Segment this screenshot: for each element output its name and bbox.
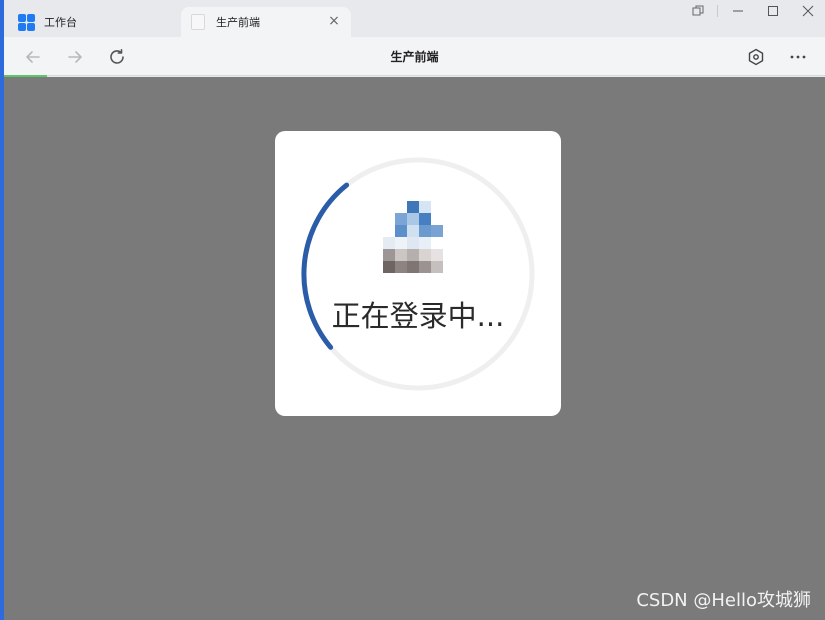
watermark: CSDN @Hello攻城狮 bbox=[636, 590, 811, 611]
page-content-overlay: 正在登录中... CSDN @Hello攻城狮 bbox=[4, 77, 825, 620]
app-logo-icon bbox=[383, 201, 455, 275]
login-loading-dialog: 正在登录中... bbox=[275, 131, 561, 416]
tab-workbench[interactable]: 工作台 bbox=[18, 7, 188, 37]
close-icon[interactable] bbox=[790, 0, 825, 22]
divider bbox=[717, 5, 718, 17]
loading-message: 正在登录中... bbox=[331, 299, 505, 333]
tab-bar: 工作台 生产前端 × bbox=[4, 0, 825, 37]
browser-toolbar: 生产前端 bbox=[4, 37, 825, 77]
window-controls bbox=[680, 0, 825, 22]
grid-app-icon bbox=[18, 13, 35, 31]
tab-production-frontend[interactable]: 生产前端 × bbox=[181, 7, 351, 37]
restore-alt-icon[interactable] bbox=[680, 0, 715, 22]
hexagon-settings-icon[interactable] bbox=[745, 46, 767, 68]
page-title: 生产前端 bbox=[390, 50, 439, 64]
tab-close-button[interactable]: × bbox=[327, 14, 341, 28]
minimize-icon[interactable] bbox=[720, 0, 755, 22]
browser-window: 工作台 生产前端 × 生产前端 正在登录中... CSDN @Hello攻城狮 bbox=[0, 0, 825, 620]
page-icon bbox=[191, 14, 205, 30]
tab-label: 生产前端 bbox=[216, 16, 260, 29]
tab-label: 工作台 bbox=[44, 16, 77, 29]
more-icon[interactable] bbox=[787, 46, 809, 68]
maximize-icon[interactable] bbox=[755, 0, 790, 22]
